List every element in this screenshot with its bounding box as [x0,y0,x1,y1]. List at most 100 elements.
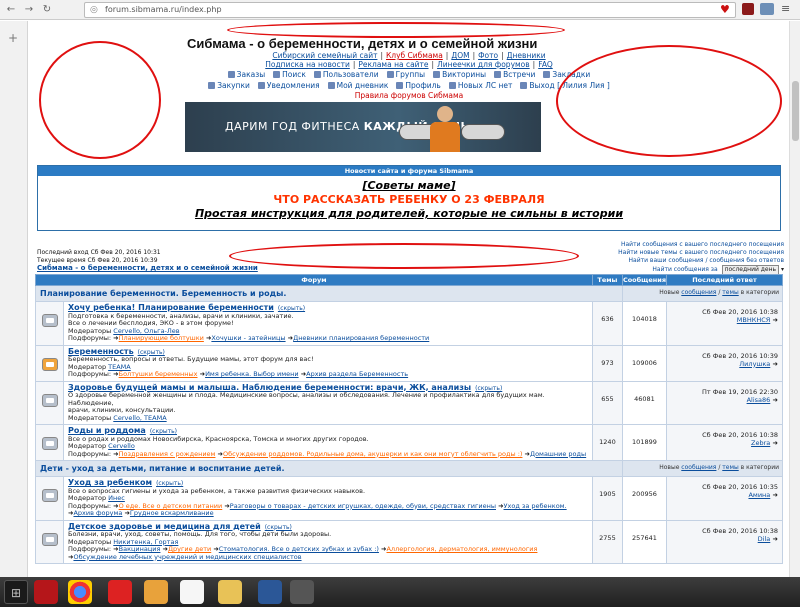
nav-link[interactable]: Дневники [507,51,546,60]
menu-item[interactable]: Пользователи [313,70,379,79]
menu-item[interactable]: Встречи [494,70,535,79]
news-headline[interactable]: ЧТО РАССКАЗАТЬ РЕБЕНКУ О 23 ФЕВРАЛЯ [38,193,780,206]
subforum-link[interactable]: Архив раздела Беременность [306,370,408,378]
yandex-browser-icon[interactable] [180,580,204,604]
new-posts-link[interactable]: сообщения [681,464,716,471]
last-post-user[interactable]: Лилушка [739,360,770,368]
extension-icon[interactable] [742,3,754,15]
back-button[interactable]: ← [4,3,18,17]
last-post-user[interactable]: Zebra [751,439,770,447]
app-icon[interactable] [144,580,168,604]
menu-item[interactable]: Профиль [396,81,441,90]
nav-link[interactable]: Линеечки для форумов [437,60,530,69]
forum-subforums: Подфорумы: ➜Планирующие болтушки ➜Хочушк… [68,334,430,342]
menu-item[interactable]: Уведомления [257,81,320,90]
reload-button[interactable]: ↻ [40,3,54,17]
moderator-link[interactable]: Cervello, TEAMA [113,414,166,422]
dumbbell-right [461,124,505,140]
forum-name-link[interactable]: Роды и роддома [68,426,146,435]
subforum-link[interactable]: Дневники планирования беременности [293,334,429,342]
yandex-icon[interactable] [108,580,132,604]
go-to-post-icon[interactable]: ➜ [770,316,778,324]
subforum-link[interactable]: Поздравления с рождением [119,450,216,458]
go-to-post-icon[interactable]: ➜ [770,535,778,543]
go-to-post-icon[interactable]: ➜ [770,491,778,499]
subforum-link[interactable]: Разговоры о товарах - детских игрушках, … [230,502,496,510]
start-button[interactable]: ⊞ [4,580,28,604]
news-subheadline[interactable]: Простая инструкция для родителей, которы… [38,207,780,220]
ad-banner[interactable]: ДАРИМ ГОД ФИТНЕСА КАЖДЫЙ ДЕНЬ [185,102,541,152]
explorer-icon[interactable] [218,580,242,604]
col-forum: Форум [35,274,593,286]
forum-description: Все о родах и роддомах Новосибирска, Кра… [68,434,369,443]
subforum-link[interactable]: Аллергология, дерматология, иммунология [386,545,537,553]
scrollbar-thumb[interactable] [792,81,799,141]
go-to-post-icon[interactable]: ➜ [770,396,778,404]
search-link[interactable]: Найти сообщения с вашего последнего посе… [569,241,784,249]
last-post-user[interactable]: Dila [758,535,771,543]
address-bar[interactable]: ◎ forum.sibmama.ru/index.php [84,2,736,18]
new-topics-link[interactable]: темы [722,464,738,471]
last-post-date: Сб Фев 20, 2016 10:38 [702,308,778,316]
menu-item[interactable]: Группы [386,70,425,79]
subforum-link[interactable]: Обсуждение роддомов. Родильные дома, аку… [223,450,522,458]
last-post-user[interactable]: МВНКНСЯ [737,316,771,324]
search-link[interactable]: Найти ваши сообщения / сообщения без отв… [569,257,784,265]
nav-link[interactable]: Фото [478,51,498,60]
new-topics-link[interactable]: темы [722,289,738,296]
nav-link[interactable]: FAQ [538,60,553,69]
subforum-link[interactable]: Имя ребенка. Выбор имени [205,370,299,378]
news-link-tips[interactable]: [Советы маме] [38,179,780,192]
forum-folder-icon [41,489,58,502]
menu-item[interactable]: Поиск [273,70,306,79]
menu-item[interactable]: Викторины [433,70,486,79]
forward-button[interactable]: → [22,3,36,17]
subforum-link[interactable]: Хочушки - затейницы [211,334,285,342]
scrollbar[interactable] [789,21,800,577]
subforum-link[interactable]: Обсуждение лечебных учреждений и медицин… [73,553,301,561]
subforum-link[interactable]: Болтушки беременных [119,370,198,378]
hide-link[interactable]: (скрыть) [278,305,305,312]
subforum-link[interactable]: Грудное вскармливание [130,509,214,517]
nav-link[interactable]: Реклама на сайте [358,60,428,69]
category-row: Планирование беременности. Беременность … [35,285,784,302]
word-icon[interactable] [258,580,282,604]
forum-name-link[interactable]: Уход за ребенком [68,478,152,487]
nav-link[interactable]: Сибирский семейный сайт [272,51,377,60]
last-post-user[interactable]: Амина [748,491,770,499]
hide-link[interactable]: (скрыть) [150,428,177,435]
forum-name-link[interactable]: Хочу ребенка! Планирование беременности [68,303,274,312]
last-post-user[interactable]: Alisa86 [747,396,771,404]
site-index-link[interactable]: Сибмама - о беременности, детях и о семе… [37,264,258,272]
menu-item-label: Профиль [405,81,441,90]
menu-item[interactable]: Закупки [208,81,250,90]
menu-item[interactable]: Заказы [227,70,265,79]
menu-item-label: Поиск [282,70,306,79]
category-title[interactable]: Планирование беременности. Беременность … [35,285,623,302]
go-to-post-icon[interactable]: ➜ [770,360,778,368]
menu-item[interactable]: Мой дневник [327,81,388,90]
subforum-link[interactable]: Домашние роды [530,450,586,458]
bookmark-heart-icon[interactable]: ♥ [720,3,730,16]
chrome-icon[interactable] [68,580,92,604]
topic-count: 636 [591,301,623,346]
new-posts-link[interactable]: сообщения [681,289,716,296]
extension-icon[interactable] [760,3,774,15]
menu-item[interactable]: Новых ЛС нет [448,81,512,90]
go-to-post-icon[interactable]: ➜ [770,439,778,447]
hide-link[interactable]: (скрыть) [156,480,183,487]
menu-icon[interactable]: ≡ [781,2,790,15]
nav-link[interactable]: ДОМ [451,51,469,60]
subforum-link[interactable]: Архив форума [73,509,122,517]
menu-item-label: Пользователи [322,70,379,79]
subforum-link[interactable]: Уход за ребенком. [504,502,567,510]
annotation-ellipse [229,243,579,269]
app-icon[interactable] [290,580,314,604]
category-title[interactable]: Дети - уход за детьми, питание и воспита… [35,460,623,477]
nav-link[interactable]: Подписка на новости [265,60,350,69]
opera-icon[interactable] [34,580,58,604]
add-icon[interactable]: + [8,31,18,45]
search-link[interactable]: Найти новые темы с вашего последнего пос… [569,249,784,257]
subforum-link[interactable]: Планирующие болтушки [119,334,204,342]
nav-link[interactable]: Клуб Сибмама [386,51,443,60]
